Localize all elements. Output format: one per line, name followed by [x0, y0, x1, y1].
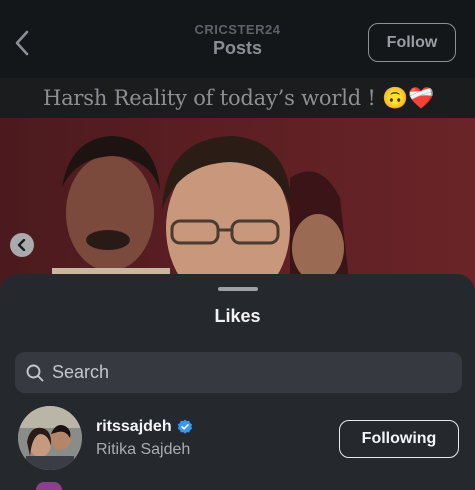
- following-button[interactable]: Following: [339, 420, 459, 458]
- chevron-left-icon: [17, 239, 26, 251]
- search-bar[interactable]: [15, 352, 462, 393]
- post-background: CRICSTER24 Posts Follow Harsh Reality of…: [0, 0, 475, 290]
- carousel-previous-button[interactable]: [10, 233, 34, 257]
- follow-button[interactable]: Follow: [368, 23, 456, 62]
- list-item[interactable]: ritssajdeh Ritika Sajdeh Following: [0, 404, 475, 474]
- username-link[interactable]: ritssajdeh: [96, 418, 193, 436]
- sheet-drag-handle[interactable]: [218, 287, 258, 291]
- likes-title: Likes: [214, 306, 261, 326]
- post-photo-illustration: [52, 136, 350, 290]
- username: ritssajdeh: [96, 418, 172, 435]
- full-name: Ritika Sajdeh: [96, 441, 191, 458]
- verified-badge-icon: [177, 419, 193, 435]
- header-bar: CRICSTER24 Posts Follow: [0, 0, 475, 78]
- post-photo: [0, 118, 475, 290]
- avatar[interactable]: [36, 482, 62, 490]
- post-caption: Harsh Reality of today’s world ! 🙃❤️‍🩹: [43, 86, 435, 110]
- avatar-image: [18, 406, 82, 470]
- likes-sheet: Likes ritssajdeh: [0, 274, 475, 490]
- search-input[interactable]: [52, 362, 432, 383]
- avatar[interactable]: [18, 406, 82, 470]
- search-icon: [26, 364, 44, 381]
